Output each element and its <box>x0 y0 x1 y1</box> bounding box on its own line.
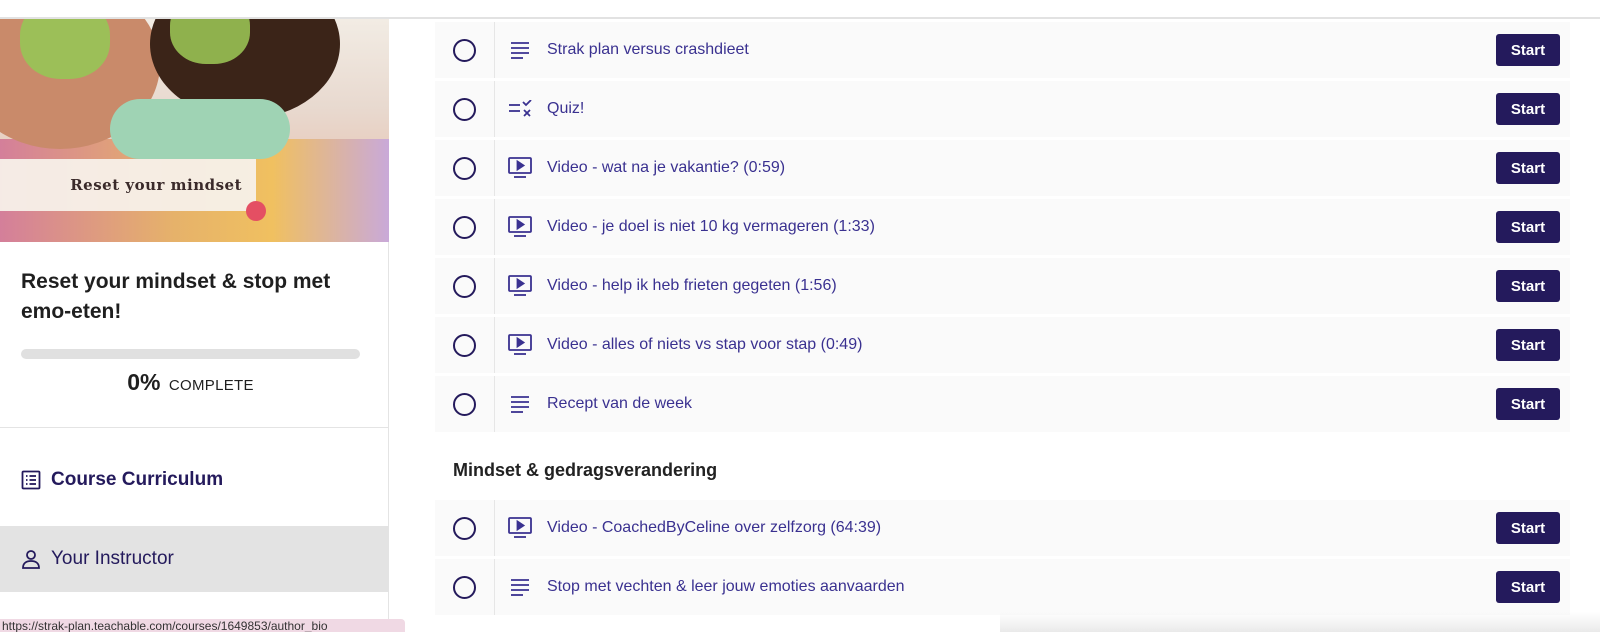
status-bar-url: https://strak-plan.teachable.com/courses… <box>0 619 405 632</box>
lesson-title: Video - help ik heb frieten gegeten (1:5… <box>547 277 837 294</box>
lesson-status <box>435 376 495 432</box>
quiz-icon <box>508 97 532 121</box>
lesson-row[interactable]: Video - CoachedByCeline over zelfzorg (6… <box>435 500 1570 556</box>
incomplete-circle-icon <box>453 38 476 62</box>
text-lines-icon <box>508 38 532 62</box>
course-hero-image: Reset your mindset <box>0 19 389 242</box>
lesson-title: Recept van de week <box>547 395 692 412</box>
lesson-title: Strak plan versus crashdieet <box>547 41 749 58</box>
nav-instructor-label: Your Instructor <box>51 548 174 569</box>
lesson-status <box>435 500 495 556</box>
progress-complete-label: COMPLETE <box>168 377 254 394</box>
progress-percent: 0% <box>127 369 161 395</box>
lesson-title: Video - alles of niets vs stap voor stap… <box>547 336 863 353</box>
user-icon <box>20 548 42 570</box>
lesson-status <box>435 22 495 78</box>
nav-your-instructor[interactable]: Your Instructor <box>0 526 389 592</box>
top-bar <box>0 0 1600 19</box>
hero-label: Reset your mindset <box>0 159 256 211</box>
incomplete-circle-icon <box>453 575 476 599</box>
lesson-row[interactable]: Video - help ik heb frieten gegeten (1:5… <box>435 258 1570 314</box>
lesson-list: Mindset & gedragsverandering Strak plan … <box>435 19 1570 632</box>
lesson-status <box>435 81 495 137</box>
lesson-row[interactable]: Strak plan versus crashdieet Start <box>435 22 1570 78</box>
sidebar-divider <box>0 427 389 428</box>
incomplete-circle-icon <box>453 333 476 357</box>
brand-stamp-icon <box>246 201 266 221</box>
lesson-status <box>435 140 495 196</box>
lesson-status <box>435 559 495 615</box>
section-title: Mindset & gedragsverandering <box>453 460 718 480</box>
incomplete-circle-icon <box>453 392 476 416</box>
text-lines-icon <box>508 392 532 416</box>
incomplete-circle-icon <box>453 274 476 298</box>
course-sidebar: Reset your mindset Reset your mindset & … <box>0 19 389 632</box>
nav-course-curriculum[interactable]: Course Curriculum <box>0 447 389 513</box>
incomplete-circle-icon <box>453 97 476 121</box>
video-icon <box>508 215 532 239</box>
progress-bar <box>21 349 360 359</box>
video-icon <box>508 516 532 540</box>
curriculum-list-icon <box>20 469 42 491</box>
lesson-row[interactable]: Recept van de week Start <box>435 376 1570 432</box>
video-icon <box>508 333 532 357</box>
start-button[interactable]: Start <box>1496 571 1560 603</box>
lesson-row[interactable]: Video - je doel is niet 10 kg vermageren… <box>435 199 1570 255</box>
lesson-title: Video - CoachedByCeline over zelfzorg (6… <box>547 519 882 536</box>
lesson-status <box>435 199 495 255</box>
course-title: Reset your mindset & stop met emo-eten! <box>21 270 331 323</box>
incomplete-circle-icon <box>453 156 476 180</box>
lesson-title: Quiz! <box>547 100 585 117</box>
incomplete-circle-icon <box>453 215 476 239</box>
text-lines-icon <box>508 575 532 599</box>
lesson-status <box>435 317 495 373</box>
lesson-title: Video - wat na je vakantie? (0:59) <box>547 159 786 176</box>
start-button[interactable]: Start <box>1496 34 1560 66</box>
start-button[interactable]: Start <box>1496 211 1560 243</box>
start-button[interactable]: Start <box>1496 152 1560 184</box>
video-icon <box>508 156 532 180</box>
lesson-title: Stop met vechten & leer jouw emoties aan… <box>547 578 905 595</box>
nav-curriculum-label: Course Curriculum <box>51 469 224 490</box>
lesson-row[interactable]: Video - alles of niets vs stap voor stap… <box>435 317 1570 373</box>
start-button[interactable]: Start <box>1496 512 1560 544</box>
start-button[interactable]: Start <box>1496 388 1560 420</box>
start-button[interactable]: Start <box>1496 93 1560 125</box>
incomplete-circle-icon <box>453 516 476 540</box>
lesson-row[interactable]: Video - wat na je vakantie? (0:59) Start <box>435 140 1570 196</box>
progress-text: 0% COMPLETE <box>0 369 381 396</box>
lesson-status <box>435 258 495 314</box>
start-button[interactable]: Start <box>1496 329 1560 361</box>
lesson-title: Video - je doel is niet 10 kg vermageren… <box>547 218 875 235</box>
start-button[interactable]: Start <box>1496 270 1560 302</box>
lesson-row[interactable]: Stop met vechten & leer jouw emoties aan… <box>435 559 1570 615</box>
video-icon <box>508 274 532 298</box>
lesson-row[interactable]: Quiz! Start <box>435 81 1570 137</box>
